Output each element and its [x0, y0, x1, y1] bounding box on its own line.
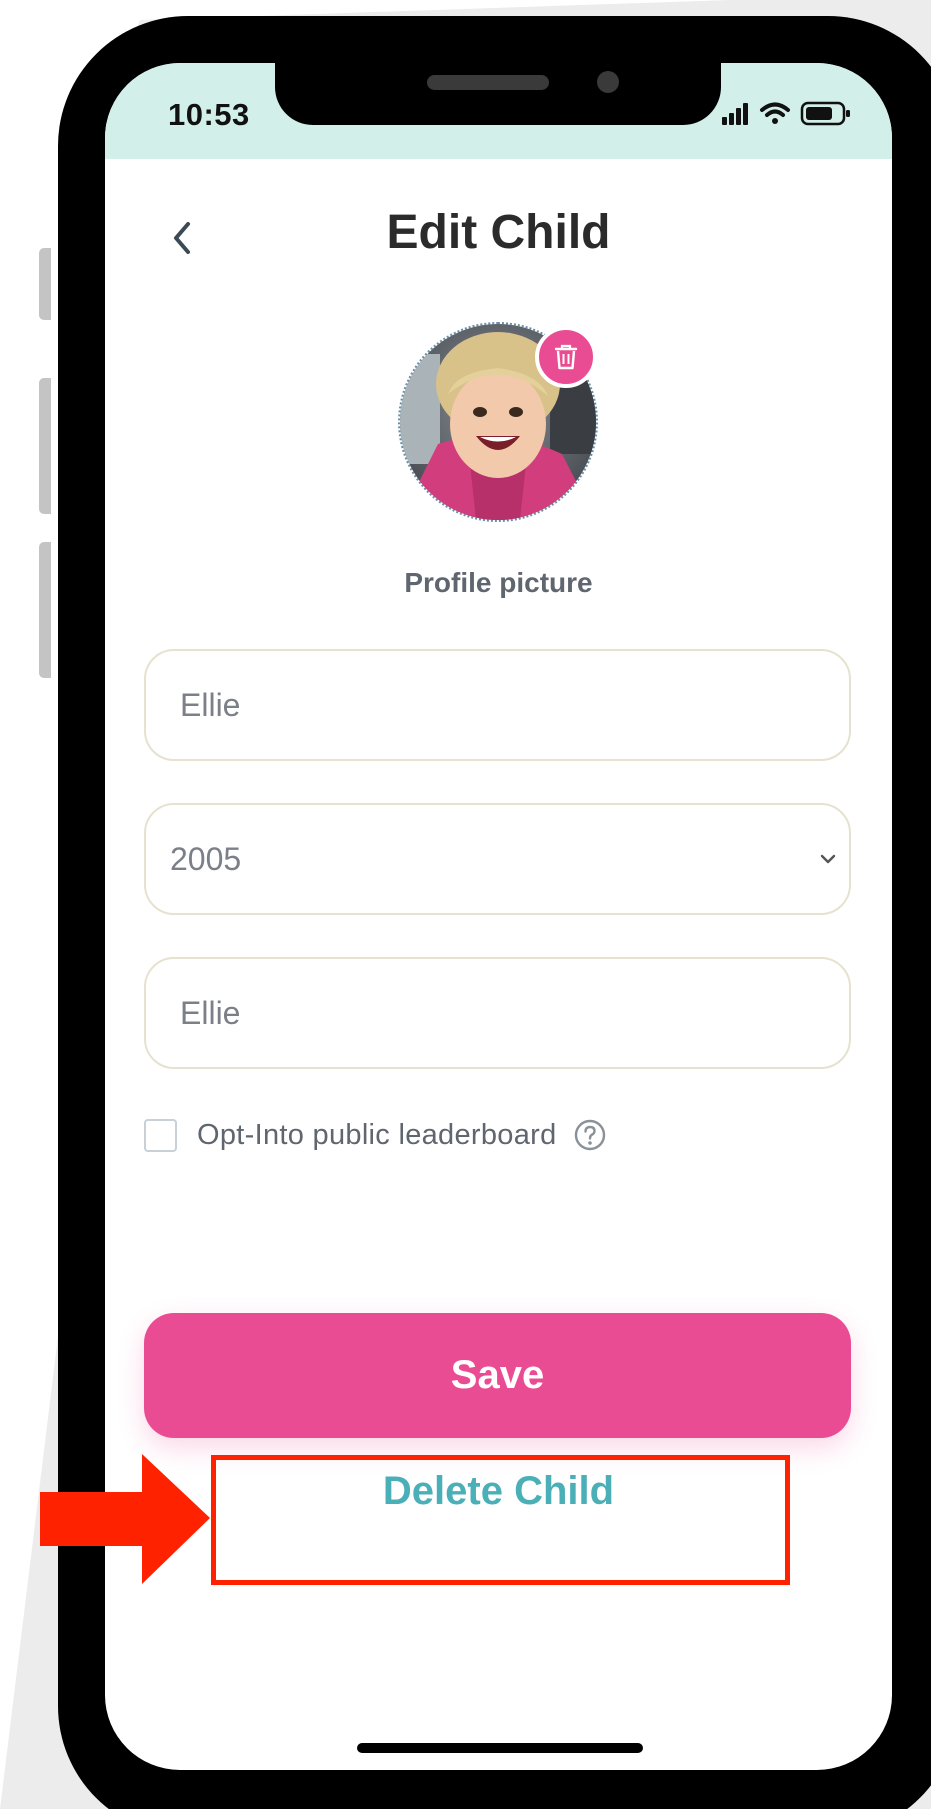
- leaderboard-checkbox[interactable]: [144, 1118, 177, 1152]
- annotation-highlight-box: [211, 1455, 790, 1585]
- avatar-container[interactable]: [398, 322, 598, 522]
- display-name-value: Ellie: [180, 994, 241, 1031]
- chevron-down-icon: [820, 854, 836, 864]
- save-button[interactable]: Save: [144, 1313, 851, 1438]
- name-input-value: Ellie: [180, 686, 241, 723]
- status-icons: [722, 101, 850, 126]
- page-title: Edit Child: [386, 206, 611, 259]
- delete-photo-button[interactable]: [535, 326, 597, 388]
- annotation-arrow-icon: [40, 1454, 210, 1584]
- home-indicator: [357, 1743, 643, 1753]
- speaker: [427, 75, 549, 90]
- volume-down-button: [39, 542, 51, 678]
- camera: [597, 71, 619, 93]
- ringer-switch: [39, 248, 51, 320]
- birth-year-value: 2005: [170, 840, 242, 877]
- notch: [275, 63, 721, 125]
- status-bar: 10:53: [105, 63, 892, 159]
- cellular-signal-icon: [722, 103, 748, 125]
- wifi-icon: [760, 102, 790, 124]
- birth-year-select[interactable]: 2005: [144, 803, 851, 915]
- trash-icon: [554, 344, 578, 370]
- question-circle-icon[interactable]: [573, 1118, 607, 1152]
- volume-up-button: [39, 378, 51, 514]
- profile-picture-label: Profile picture: [404, 567, 593, 598]
- leaderboard-option: Opt-Into public leaderboard: [144, 1114, 607, 1156]
- status-time: 10:53: [168, 97, 250, 132]
- battery-icon: [800, 101, 850, 126]
- leaderboard-label[interactable]: Opt-Into public leaderboard: [197, 1119, 557, 1152]
- name-input[interactable]: Ellie: [144, 649, 851, 761]
- display-name-input[interactable]: Ellie: [144, 957, 851, 1069]
